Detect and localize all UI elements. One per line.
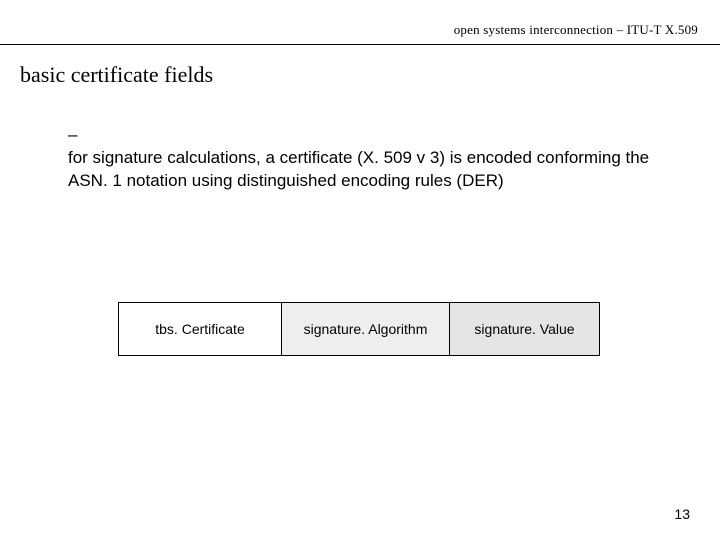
bullet-item: – for signature calculations, a certific… <box>68 124 680 193</box>
slide: open systems interconnection – ITU-T X.5… <box>0 0 720 540</box>
header-text: open systems interconnection – ITU-T X.5… <box>454 22 698 38</box>
page-number: 13 <box>674 506 690 522</box>
page-title: basic certificate fields <box>20 62 213 88</box>
field-box-sigalg: signature. Algorithm <box>282 302 450 356</box>
certificate-fields-row: tbs. Certificate signature. Algorithm si… <box>118 302 600 356</box>
bullet-text: for signature calculations, a certificat… <box>68 147 658 193</box>
field-box-sigval: signature. Value <box>450 302 600 356</box>
bullet-marker: – <box>68 124 86 147</box>
field-box-tbs: tbs. Certificate <box>118 302 282 356</box>
header-divider <box>0 44 720 45</box>
